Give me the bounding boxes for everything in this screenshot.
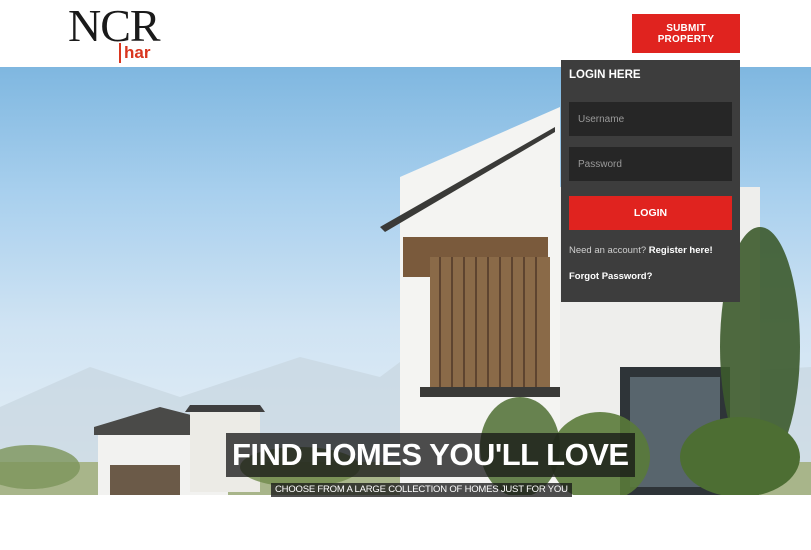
hero-subtitle: CHOOSE FROM A LARGE COLLECTION OF HOMES … — [271, 483, 572, 497]
forgot-password-link[interactable]: Forgot Password? — [569, 271, 652, 282]
logo-sub-text: har — [119, 43, 150, 63]
site-logo[interactable]: NCR har — [68, 2, 161, 64]
hero-title: FIND HOMES YOU'LL LOVE — [226, 433, 635, 477]
login-panel: LOGIN HERE LOGIN Need an account? Regist… — [561, 60, 740, 302]
login-title: LOGIN HERE — [569, 69, 641, 81]
submit-property-button[interactable]: SUBMIT PROPERTY — [632, 14, 740, 53]
header: NCR har SUBMIT PROPERTY — [0, 0, 811, 67]
username-input[interactable] — [569, 102, 732, 136]
register-line: Need an account? Register here! — [569, 245, 713, 256]
register-link[interactable]: Register here! — [649, 245, 713, 256]
password-input[interactable] — [569, 147, 732, 181]
register-prompt: Need an account? — [569, 245, 647, 256]
login-button[interactable]: LOGIN — [569, 196, 732, 230]
